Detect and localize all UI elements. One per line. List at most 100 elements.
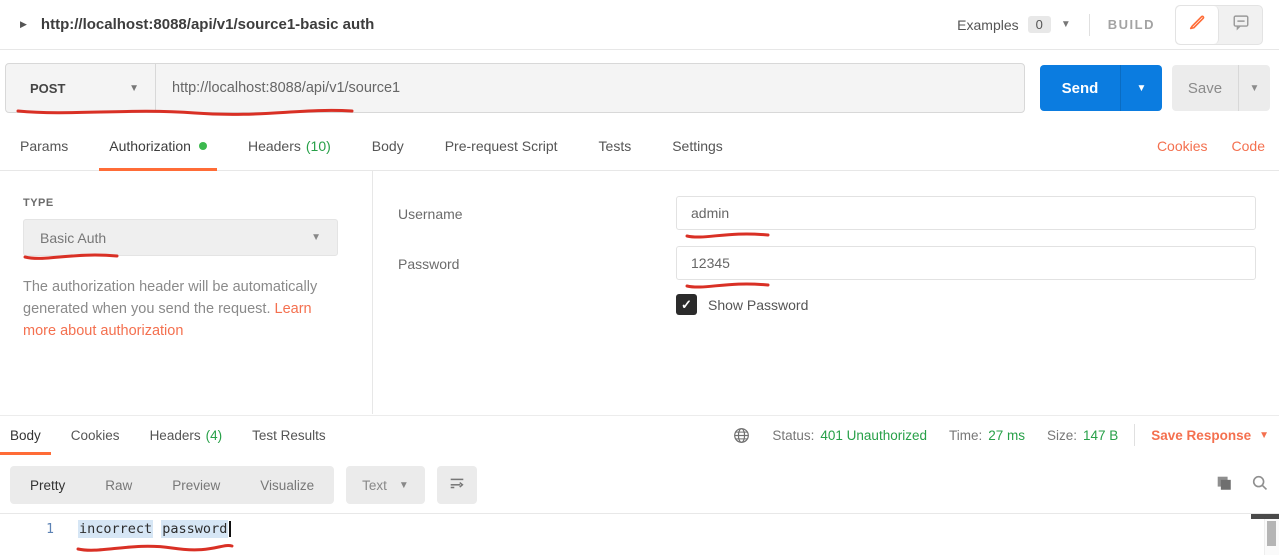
auth-description: The authorization header will be automat… (23, 276, 343, 342)
text-cursor (229, 521, 231, 537)
pencil-icon (1188, 13, 1206, 36)
username-label: Username (398, 206, 463, 222)
postman-request-view: ▶ http://localhost:8088/api/v1/source1-b… (0, 0, 1279, 555)
examples-label[interactable]: Examples (957, 17, 1018, 33)
tab-headers-label: Headers (248, 138, 301, 154)
size-value: 147 B (1083, 428, 1118, 443)
show-password-checkbox[interactable]: ✓ (676, 294, 697, 315)
response-viewer-toolbar: Pretty Raw Preview Visualize Text ▼ (0, 466, 1279, 504)
format-value: Text (362, 478, 387, 493)
scrollbar-thumb[interactable] (1267, 521, 1276, 546)
edit-mode-button[interactable] (1176, 6, 1219, 44)
save-response-button[interactable]: Save Response ▼ (1151, 428, 1269, 443)
time-value: 27 ms (988, 428, 1025, 443)
tab-settings-label: Settings (672, 138, 723, 154)
body-word-highlighted: incorrect (78, 520, 153, 538)
format-caret-icon: ▼ (399, 480, 409, 491)
password-input[interactable] (676, 246, 1256, 280)
search-icon (1251, 474, 1269, 497)
body-word-highlighted: password (161, 520, 228, 538)
tab-prerequest-script[interactable]: Pre-request Script (445, 121, 558, 170)
response-body-editor[interactable]: 1 incorrect password (0, 513, 1279, 555)
status-value: 401 Unauthorized (820, 428, 927, 443)
show-password-label: Show Password (708, 297, 808, 313)
request-title: http://localhost:8088/api/v1/source1-bas… (41, 16, 374, 33)
auth-type-value: Basic Auth (40, 230, 106, 246)
search-button[interactable] (1251, 474, 1269, 497)
tab-authorization[interactable]: Authorization (109, 121, 207, 170)
response-tab-body[interactable]: Body (10, 416, 41, 455)
method-url-control: POST ▼ (5, 63, 1025, 113)
mode-visualize[interactable]: Visualize (240, 478, 334, 493)
tab-settings[interactable]: Settings (672, 121, 723, 170)
response-tab-headers-label: Headers (150, 428, 201, 443)
mode-preview[interactable]: Preview (152, 478, 240, 493)
save-split-button: Save ▼ (1172, 65, 1270, 111)
copy-button[interactable] (1215, 474, 1233, 497)
status-label: Status: (772, 428, 814, 443)
auth-description-text: The authorization header will be automat… (23, 279, 317, 317)
tab-headers[interactable]: Headers (10) (248, 121, 331, 170)
save-response-caret-icon: ▼ (1259, 430, 1269, 441)
save-options-button[interactable]: ▼ (1238, 65, 1270, 111)
save-response-label: Save Response (1151, 428, 1251, 443)
collapse-caret-icon[interactable]: ▶ (20, 19, 27, 30)
size-label: Size: (1047, 428, 1077, 443)
comment-icon (1232, 13, 1250, 36)
request-tabs: Params Authorization Headers (10) Body P… (0, 121, 1279, 171)
copy-icon (1215, 474, 1233, 497)
response-tab-body-label: Body (10, 428, 41, 443)
comment-button[interactable] (1219, 6, 1262, 44)
mode-pretty[interactable]: Pretty (10, 478, 85, 493)
save-caret-icon: ▼ (1250, 83, 1260, 94)
mode-raw[interactable]: Raw (85, 478, 152, 493)
response-tab-test-results-label: Test Results (252, 428, 326, 443)
authorization-active-dot-icon (199, 142, 207, 150)
examples-caret-icon[interactable]: ▼ (1061, 19, 1071, 30)
save-button[interactable]: Save (1172, 65, 1238, 111)
send-caret-icon: ▼ (1137, 83, 1147, 94)
send-button[interactable]: Send (1040, 65, 1120, 111)
url-input[interactable] (156, 64, 1024, 112)
response-tab-cookies[interactable]: Cookies (71, 416, 120, 455)
request-title-bar: ▶ http://localhost:8088/api/v1/source1-b… (0, 0, 1279, 50)
view-mode-segmented-control: Pretty Raw Preview Visualize (10, 466, 334, 504)
password-underline-annotation (687, 284, 768, 287)
time-label: Time: (949, 428, 982, 443)
check-icon: ✓ (681, 297, 692, 313)
tab-authorization-label: Authorization (109, 138, 191, 154)
tab-body[interactable]: Body (372, 121, 404, 170)
auth-type-panel: TYPE Basic Auth ▼ The authorization head… (0, 171, 373, 414)
headers-count: (10) (306, 138, 331, 154)
response-status-bar: Status: 401 Unauthorized Time: 27 ms Siz… (733, 415, 1269, 455)
admin-underline-annotation (687, 234, 768, 237)
response-body-line: incorrect password (78, 521, 231, 537)
format-select[interactable]: Text ▼ (346, 466, 425, 504)
username-input[interactable] (676, 196, 1256, 230)
status-divider (1134, 424, 1135, 446)
globe-icon (733, 427, 750, 444)
cookies-link[interactable]: Cookies (1157, 138, 1208, 154)
editor-scrollbar[interactable] (1264, 514, 1279, 555)
code-link[interactable]: Code (1232, 138, 1265, 154)
tab-params[interactable]: Params (20, 121, 68, 170)
tab-body-label: Body (372, 138, 404, 154)
build-label: BUILD (1108, 17, 1155, 32)
method-value: POST (30, 81, 65, 96)
method-select[interactable]: POST ▼ (6, 64, 156, 112)
tab-tests[interactable]: Tests (599, 121, 632, 170)
auth-type-select[interactable]: Basic Auth ▼ (23, 219, 338, 256)
send-split-button: Send ▼ (1040, 65, 1162, 111)
tab-params-label: Params (20, 138, 68, 154)
response-tab-cookies-label: Cookies (71, 428, 120, 443)
method-caret-icon: ▼ (129, 83, 139, 94)
type-label: TYPE (23, 197, 54, 209)
edit-comment-toggle (1175, 5, 1263, 45)
send-options-button[interactable]: ▼ (1120, 65, 1162, 111)
wrap-text-button[interactable] (437, 466, 477, 504)
response-tab-headers[interactable]: Headers (4) (150, 416, 223, 455)
auth-type-caret-icon: ▼ (311, 232, 321, 243)
response-tab-test-results[interactable]: Test Results (252, 416, 326, 455)
titlebar-divider (1089, 14, 1090, 36)
examples-count-badge: 0 (1028, 16, 1051, 33)
